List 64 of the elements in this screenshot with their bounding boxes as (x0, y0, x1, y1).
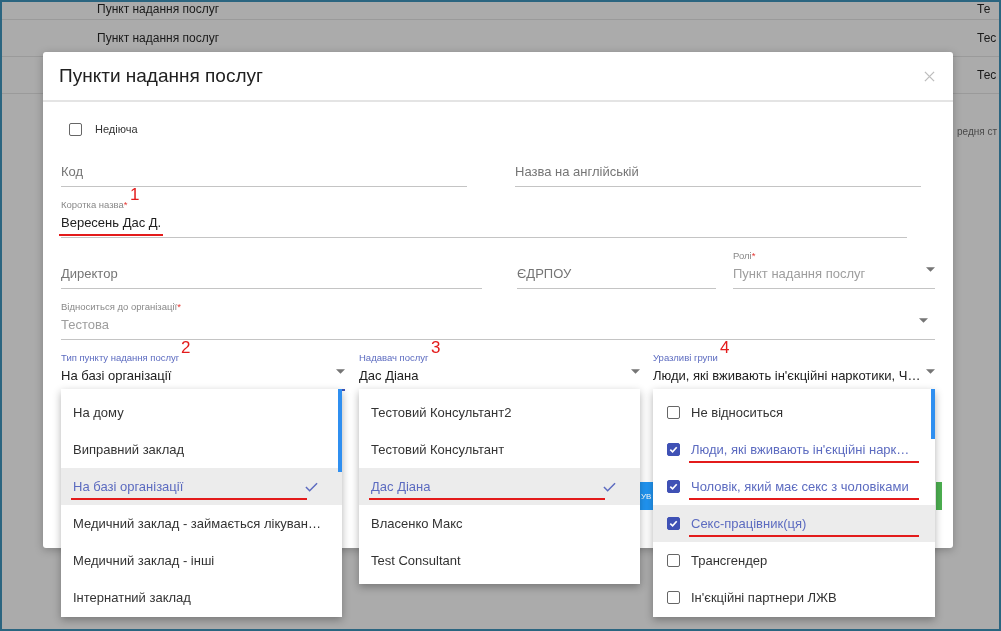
scrollbar[interactable] (931, 389, 935, 439)
dropdown-caret-icon[interactable] (336, 369, 345, 374)
checkbox[interactable] (667, 406, 680, 419)
checkbox[interactable] (69, 122, 82, 136)
check-icon (668, 444, 679, 455)
checkbox[interactable] (667, 517, 680, 530)
menu-item[interactable]: Медичний заклад - інші (61, 542, 342, 579)
menu-item[interactable]: Виправний заклад (61, 431, 342, 468)
placeholder-text: Назва на англійській (515, 164, 639, 179)
check-icon (668, 481, 679, 492)
menu-item[interactable]: Секс-працівник(ця) (653, 505, 935, 542)
annotation-number: 3 (431, 339, 441, 356)
field-value: Вересень Дас Д. (61, 215, 162, 230)
field-label: Тип пункту надання послуг (61, 352, 180, 363)
menu-item[interactable]: Дас Діана (359, 468, 640, 505)
menu-item[interactable]: Тестовий Консультант (359, 431, 640, 468)
table-cell: редня ст (957, 126, 998, 137)
menu-item[interactable]: Люди, які вживають ін'єкційні нарк… (653, 431, 935, 468)
field-label: Уразливі групи (653, 352, 718, 363)
menu-item[interactable]: Не відноситься (653, 394, 935, 431)
dropdown-caret-icon[interactable] (926, 369, 935, 374)
input-field[interactable]: Коротка назва* Вересень Дас Д. (61, 199, 907, 238)
placeholder-text: ЄДРПОУ (517, 266, 572, 281)
placeholder-text: Код (61, 164, 84, 179)
menu-item[interactable]: Трансгендер (653, 542, 935, 579)
menu-item[interactable]: На дому (61, 394, 342, 431)
field-label: Надавач послуг (359, 352, 429, 363)
field-value: Дас Діана (359, 368, 419, 383)
check-icon (305, 481, 318, 492)
input-field[interactable]: Назва на англійській (515, 148, 921, 187)
dropdown-caret-icon[interactable] (631, 369, 640, 374)
table-cell: Тес (977, 31, 997, 45)
checkbox[interactable] (667, 443, 680, 456)
field-value: Люди, які вживають ін'єкційні наркотики, Ч… (653, 368, 921, 383)
menu-item[interactable]: Чоловік, який має секс з чоловіками (653, 468, 935, 505)
dialog-title: Пункти надання послуг (59, 65, 263, 87)
checkbox-label: Недіюча (95, 123, 138, 135)
menu-item[interactable]: Медичний заклад - займається лікуван… (61, 505, 342, 542)
placeholder-text: Директор (61, 266, 118, 281)
input-field[interactable]: Директор (61, 250, 482, 289)
table-cell: Тес (977, 68, 997, 82)
field-value: Тестова (61, 317, 109, 332)
input-field[interactable]: ЄДРПОУ (517, 250, 716, 289)
input-field[interactable]: Код (61, 148, 467, 187)
field-value: Пункт надання послуг (733, 266, 866, 281)
check-icon (668, 518, 679, 529)
menu-item[interactable]: Тестовий Консультант2 (359, 394, 640, 431)
checkbox[interactable] (667, 480, 680, 493)
checkbox[interactable] (667, 554, 680, 567)
field-label: Ролі* (733, 250, 756, 261)
checkbox[interactable] (667, 591, 680, 604)
menu-item[interactable]: На базі організації (61, 468, 342, 505)
table-cell: Пункт надання послуг (97, 2, 220, 16)
menu-item[interactable]: Власенко Макс (359, 505, 640, 542)
table-cell: Те (977, 2, 991, 16)
table-cell: Пункт надання послуг (97, 31, 220, 45)
field-label: Коротка назва* (61, 199, 128, 210)
menu-item[interactable]: Ін'єкційні партнери ЛЖВ (653, 579, 935, 616)
menu-item[interactable]: Test Consultant (359, 542, 640, 579)
scrollbar[interactable] (338, 389, 342, 472)
field-label: Відноситься до організації* (61, 301, 181, 312)
check-icon (603, 481, 616, 492)
field-value: На базі організації (61, 368, 172, 383)
menu-item[interactable]: Інтернатний заклад (61, 579, 342, 616)
